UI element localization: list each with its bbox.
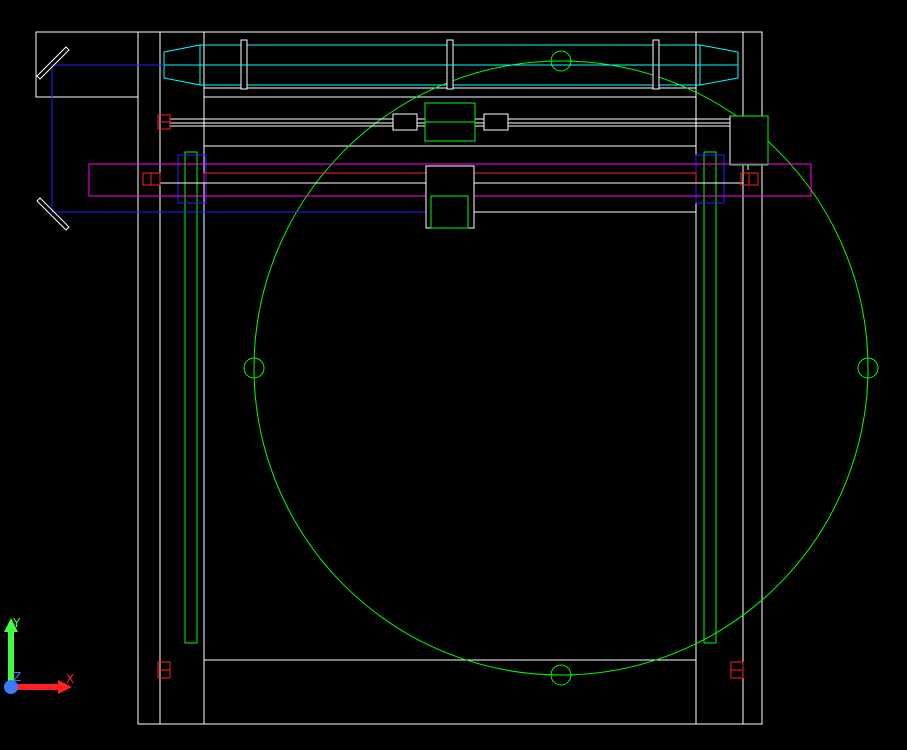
laser-head: [425, 165, 475, 229]
shaft-coupler-left: [392, 113, 418, 131]
laser-head-carriage: [425, 165, 475, 229]
cad-drawing-canvas[interactable]: Y Z X: [0, 0, 907, 750]
ucs-x-shaft: [14, 684, 58, 690]
shaft-coupler-right: [483, 113, 509, 131]
right-motor: [729, 115, 769, 166]
ucs-y-label: Y: [12, 616, 21, 630]
ucs-z-label: Z: [13, 670, 21, 684]
ucs-x-label: X: [66, 672, 74, 686]
